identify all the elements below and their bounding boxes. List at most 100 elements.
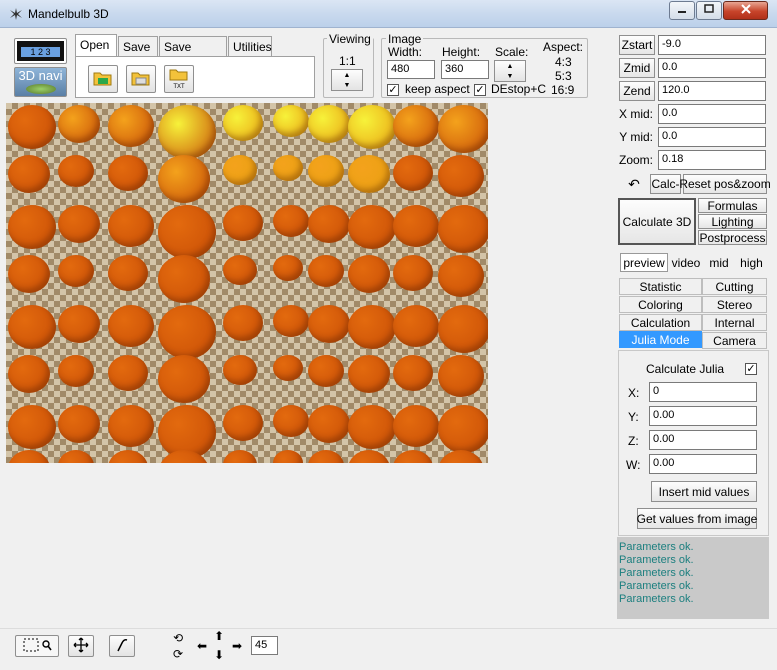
reset-label: Reset pos&zoom [679, 177, 771, 191]
aspect-4-3[interactable]: 4:3 [555, 55, 572, 69]
tab-coloring[interactable]: Coloring [619, 296, 702, 313]
width-label: Width: [388, 45, 423, 59]
zoom-label: Zoom: [618, 153, 653, 167]
zoom-field[interactable]: 0.18 [658, 150, 766, 170]
bottom-toolbar: ⟲ ⟳ ⬅ ⬆ ⬇ ➡ 45 [0, 628, 777, 670]
tab-open[interactable]: Open [75, 34, 117, 57]
zend-button[interactable]: Zend [619, 81, 655, 101]
julia-w-field[interactable]: 0.00 [649, 454, 757, 474]
fractal-orb [58, 105, 100, 143]
julia-y-field[interactable]: 0.00 [649, 406, 757, 426]
tab-save[interactable]: Save [118, 36, 158, 56]
width-field[interactable]: 480 [387, 60, 435, 79]
spin-down-icon[interactable]: ▼ [495, 71, 525, 81]
tab-utilities-label: Utilities [233, 40, 272, 54]
open-image-button[interactable] [88, 65, 118, 93]
fractal-orb [308, 205, 350, 243]
rotate-right-icon[interactable]: ⟳ [173, 647, 183, 661]
tab-calculation[interactable]: Calculation [619, 314, 702, 331]
fractal-orb [438, 405, 488, 453]
fractal-orb [308, 450, 344, 463]
select-zoom-button[interactable] [15, 635, 59, 657]
get-values-from-image-button[interactable]: Get values from image [637, 508, 757, 529]
tab-save-image[interactable]: Save image [159, 36, 227, 68]
tab-utilities[interactable]: Utilities [228, 36, 272, 56]
fractal-orb [58, 205, 100, 243]
tab-stereo[interactable]: Stereo [702, 296, 767, 313]
ymid-field[interactable]: 0.0 [658, 127, 766, 147]
height-label: Height: [442, 45, 481, 59]
3d-navi-button[interactable]: 3D navi [14, 67, 67, 97]
xmid-field[interactable]: 0.0 [658, 104, 766, 124]
fractal-orb [8, 155, 50, 193]
keep-aspect-checkbox[interactable]: ✓ [387, 84, 399, 96]
spin-up-icon[interactable]: ▲ [495, 61, 525, 71]
julia-x-field[interactable]: 0 [649, 382, 757, 402]
arrow-down-icon[interactable]: ⬇ [214, 648, 224, 662]
zend-field[interactable]: 120.0 [658, 81, 766, 101]
height-field[interactable]: 360 [441, 60, 489, 79]
arrow-right-icon[interactable]: ➡ [232, 639, 242, 653]
zstart-button[interactable]: Zstart [619, 35, 655, 55]
tab-high-label: high [740, 255, 763, 270]
insert-mid-values-button[interactable]: Insert mid values [651, 481, 757, 502]
zstart-field[interactable]: -9.0 [658, 35, 766, 55]
fractal-orb [223, 305, 263, 341]
minimize-button[interactable] [669, 1, 695, 20]
tab-julia-mode[interactable]: Julia Mode [619, 331, 702, 348]
fractal-orb [108, 205, 154, 247]
rotate-left-icon[interactable]: ⟲ [173, 631, 183, 645]
animation-button[interactable]: 1 2 3 [14, 38, 67, 64]
selection-rectangle-icon [23, 638, 39, 655]
zmid-field[interactable]: 0.0 [658, 58, 766, 78]
tab-video[interactable]: video [668, 253, 704, 272]
fractal-orb [58, 255, 94, 287]
lighting-button[interactable]: Lighting [698, 214, 767, 229]
tab-camera[interactable]: Camera [702, 332, 767, 349]
maximize-button[interactable] [696, 1, 722, 20]
fractal-orb [438, 205, 488, 253]
julia-y-label: Y: [628, 410, 639, 424]
reset-pos-zoom-button[interactable]: Reset pos&zoom [679, 174, 771, 194]
rotate-tool-button[interactable] [109, 635, 135, 657]
formulas-button[interactable]: Formulas [698, 198, 767, 213]
viewing-spinner[interactable]: ▲ ▼ [331, 69, 363, 91]
tab-cutting[interactable]: Cutting [702, 278, 767, 295]
arrow-up-icon[interactable]: ⬆ [214, 629, 224, 643]
scale-spinner[interactable]: ▲ ▼ [494, 60, 526, 82]
maximize-icon [704, 4, 714, 17]
tab-internal-label: Internal [714, 315, 755, 330]
render-canvas[interactable] [6, 103, 488, 463]
angle-field[interactable]: 45 [251, 636, 278, 655]
title-bar[interactable]: Mandelbulb 3D [0, 0, 777, 28]
fractal-orb [438, 105, 488, 153]
tab-statistic-label: Statistic [639, 279, 682, 294]
fractal-orb [438, 355, 484, 397]
calc-minus-button[interactable]: Calc- [650, 174, 681, 194]
postprocess-button[interactable]: Postprocess [698, 230, 767, 245]
arrow-left-icon[interactable]: ⬅ [197, 639, 207, 653]
julia-x-label: X: [628, 386, 640, 400]
fractal-orb [223, 255, 257, 285]
tab-internal[interactable]: Internal [702, 314, 767, 331]
aspect-5-3[interactable]: 5:3 [555, 69, 572, 83]
tab-high[interactable]: high [735, 253, 768, 272]
move-button[interactable] [68, 635, 94, 657]
julia-z-field[interactable]: 0.00 [649, 430, 757, 450]
tab-mid[interactable]: mid [704, 253, 734, 272]
spin-up-icon[interactable]: ▲ [332, 70, 362, 80]
open-parameter-button[interactable] [126, 65, 156, 93]
tab-statistic[interactable]: Statistic [619, 278, 702, 295]
calculate-3d-button[interactable]: Calculate 3D [618, 198, 696, 245]
undo-icon[interactable]: ↶ [624, 176, 644, 194]
julia-z-label: Z: [628, 434, 639, 448]
destop-checkbox[interactable]: ✓ [474, 84, 486, 96]
aspect-16-9[interactable]: 16:9 [551, 83, 574, 97]
tab-preview[interactable]: preview [620, 253, 668, 272]
spin-down-icon[interactable]: ▼ [332, 80, 362, 90]
fractal-orb [58, 355, 94, 387]
zmid-button[interactable]: Zmid [619, 58, 655, 78]
open-txt-button[interactable]: TXT [164, 65, 194, 93]
calculate-julia-checkbox[interactable]: ✓ [745, 363, 757, 375]
close-button[interactable] [723, 1, 768, 20]
